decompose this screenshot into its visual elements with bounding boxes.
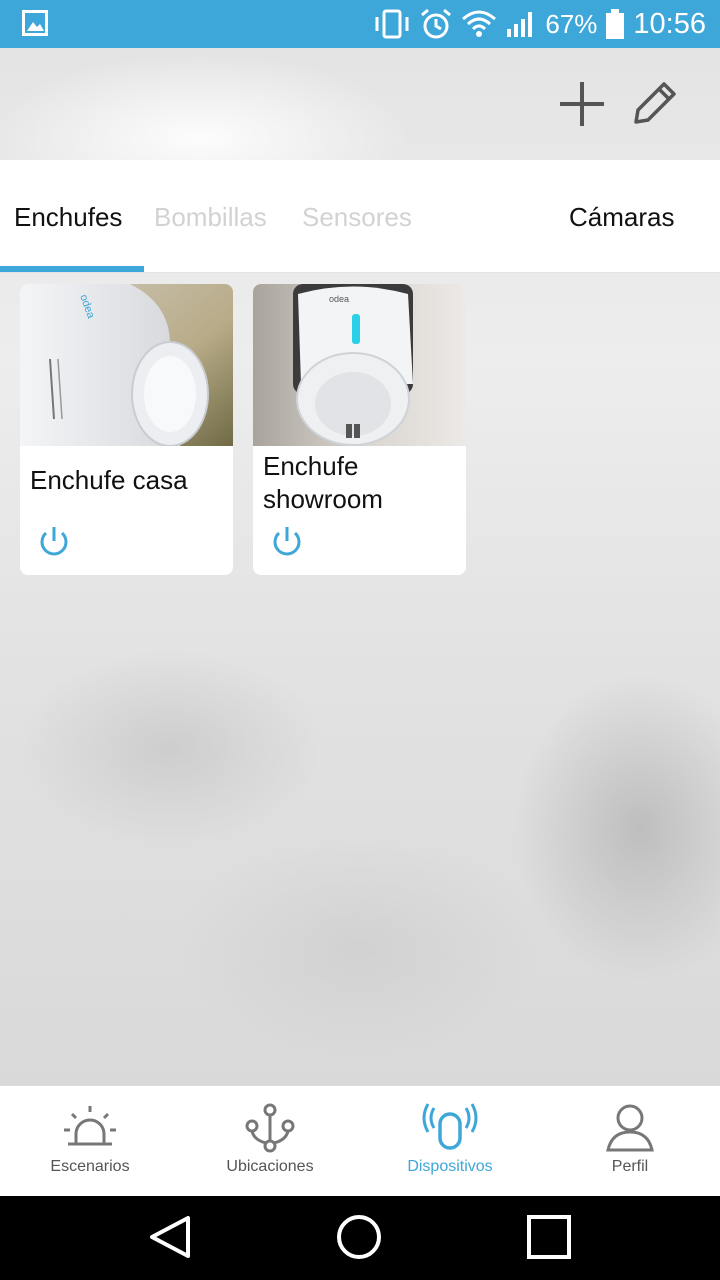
home-icon[interactable]	[336, 1214, 382, 1260]
device-card-enchufe-casa[interactable]: odea Enchufe casa	[20, 284, 233, 575]
battery-icon	[606, 9, 625, 39]
alarm-icon	[421, 8, 452, 39]
signal-icon	[507, 12, 533, 37]
nav-label: Escenarios	[50, 1158, 130, 1175]
device-photo: odea	[253, 284, 466, 446]
top-action-bar	[0, 48, 720, 160]
siren-icon	[64, 1106, 116, 1146]
nav-escenarios[interactable]: Escenarios	[0, 1086, 180, 1197]
wifi-icon	[462, 10, 497, 37]
nav-ubicaciones[interactable]: Ubicaciones	[180, 1086, 360, 1197]
device-icon	[422, 1103, 478, 1150]
system-navigation-bar	[0, 1196, 720, 1280]
device-photo: odea	[20, 284, 233, 446]
nav-label: Ubicaciones	[226, 1158, 314, 1175]
pencil-icon[interactable]	[628, 78, 680, 130]
battery-percent: 67%	[545, 8, 598, 39]
tab-enchufes[interactable]: Enchufes	[14, 202, 122, 233]
bottom-navigation: Escenarios Ubicaciones Dispositivos Perf…	[0, 1085, 720, 1197]
profile-icon	[606, 1104, 654, 1152]
tab-bombillas[interactable]: Bombillas	[154, 202, 267, 233]
power-icon[interactable]	[269, 524, 305, 560]
tab-sensores[interactable]: Sensores	[302, 202, 412, 233]
device-card-enchufe-showroom[interactable]: odea Enchufe showroom	[253, 284, 466, 575]
nav-label: Perfil	[611, 1158, 649, 1175]
vibrate-icon	[375, 9, 409, 39]
gallery-icon	[22, 10, 48, 36]
network-icon	[245, 1103, 295, 1153]
device-name: Enchufe showroom	[263, 451, 383, 514]
tab-camaras[interactable]: Cámaras	[569, 202, 674, 233]
category-tabs: Enchufes Bombillas Sensores Cámaras	[0, 160, 720, 273]
recents-icon[interactable]	[526, 1214, 572, 1260]
status-bar: 67% 10:56	[0, 0, 720, 48]
svg-text:odea: odea	[329, 294, 349, 304]
plus-icon[interactable]	[556, 78, 608, 130]
back-icon[interactable]	[148, 1214, 194, 1260]
power-icon[interactable]	[36, 524, 72, 560]
nav-label: Dispositivos	[407, 1158, 493, 1175]
tab-active-indicator	[0, 266, 144, 272]
clock: 10:56	[633, 7, 706, 40]
nav-dispositivos[interactable]: Dispositivos	[360, 1086, 540, 1197]
device-name: Enchufe casa	[30, 465, 188, 495]
nav-perfil[interactable]: Perfil	[540, 1086, 720, 1197]
